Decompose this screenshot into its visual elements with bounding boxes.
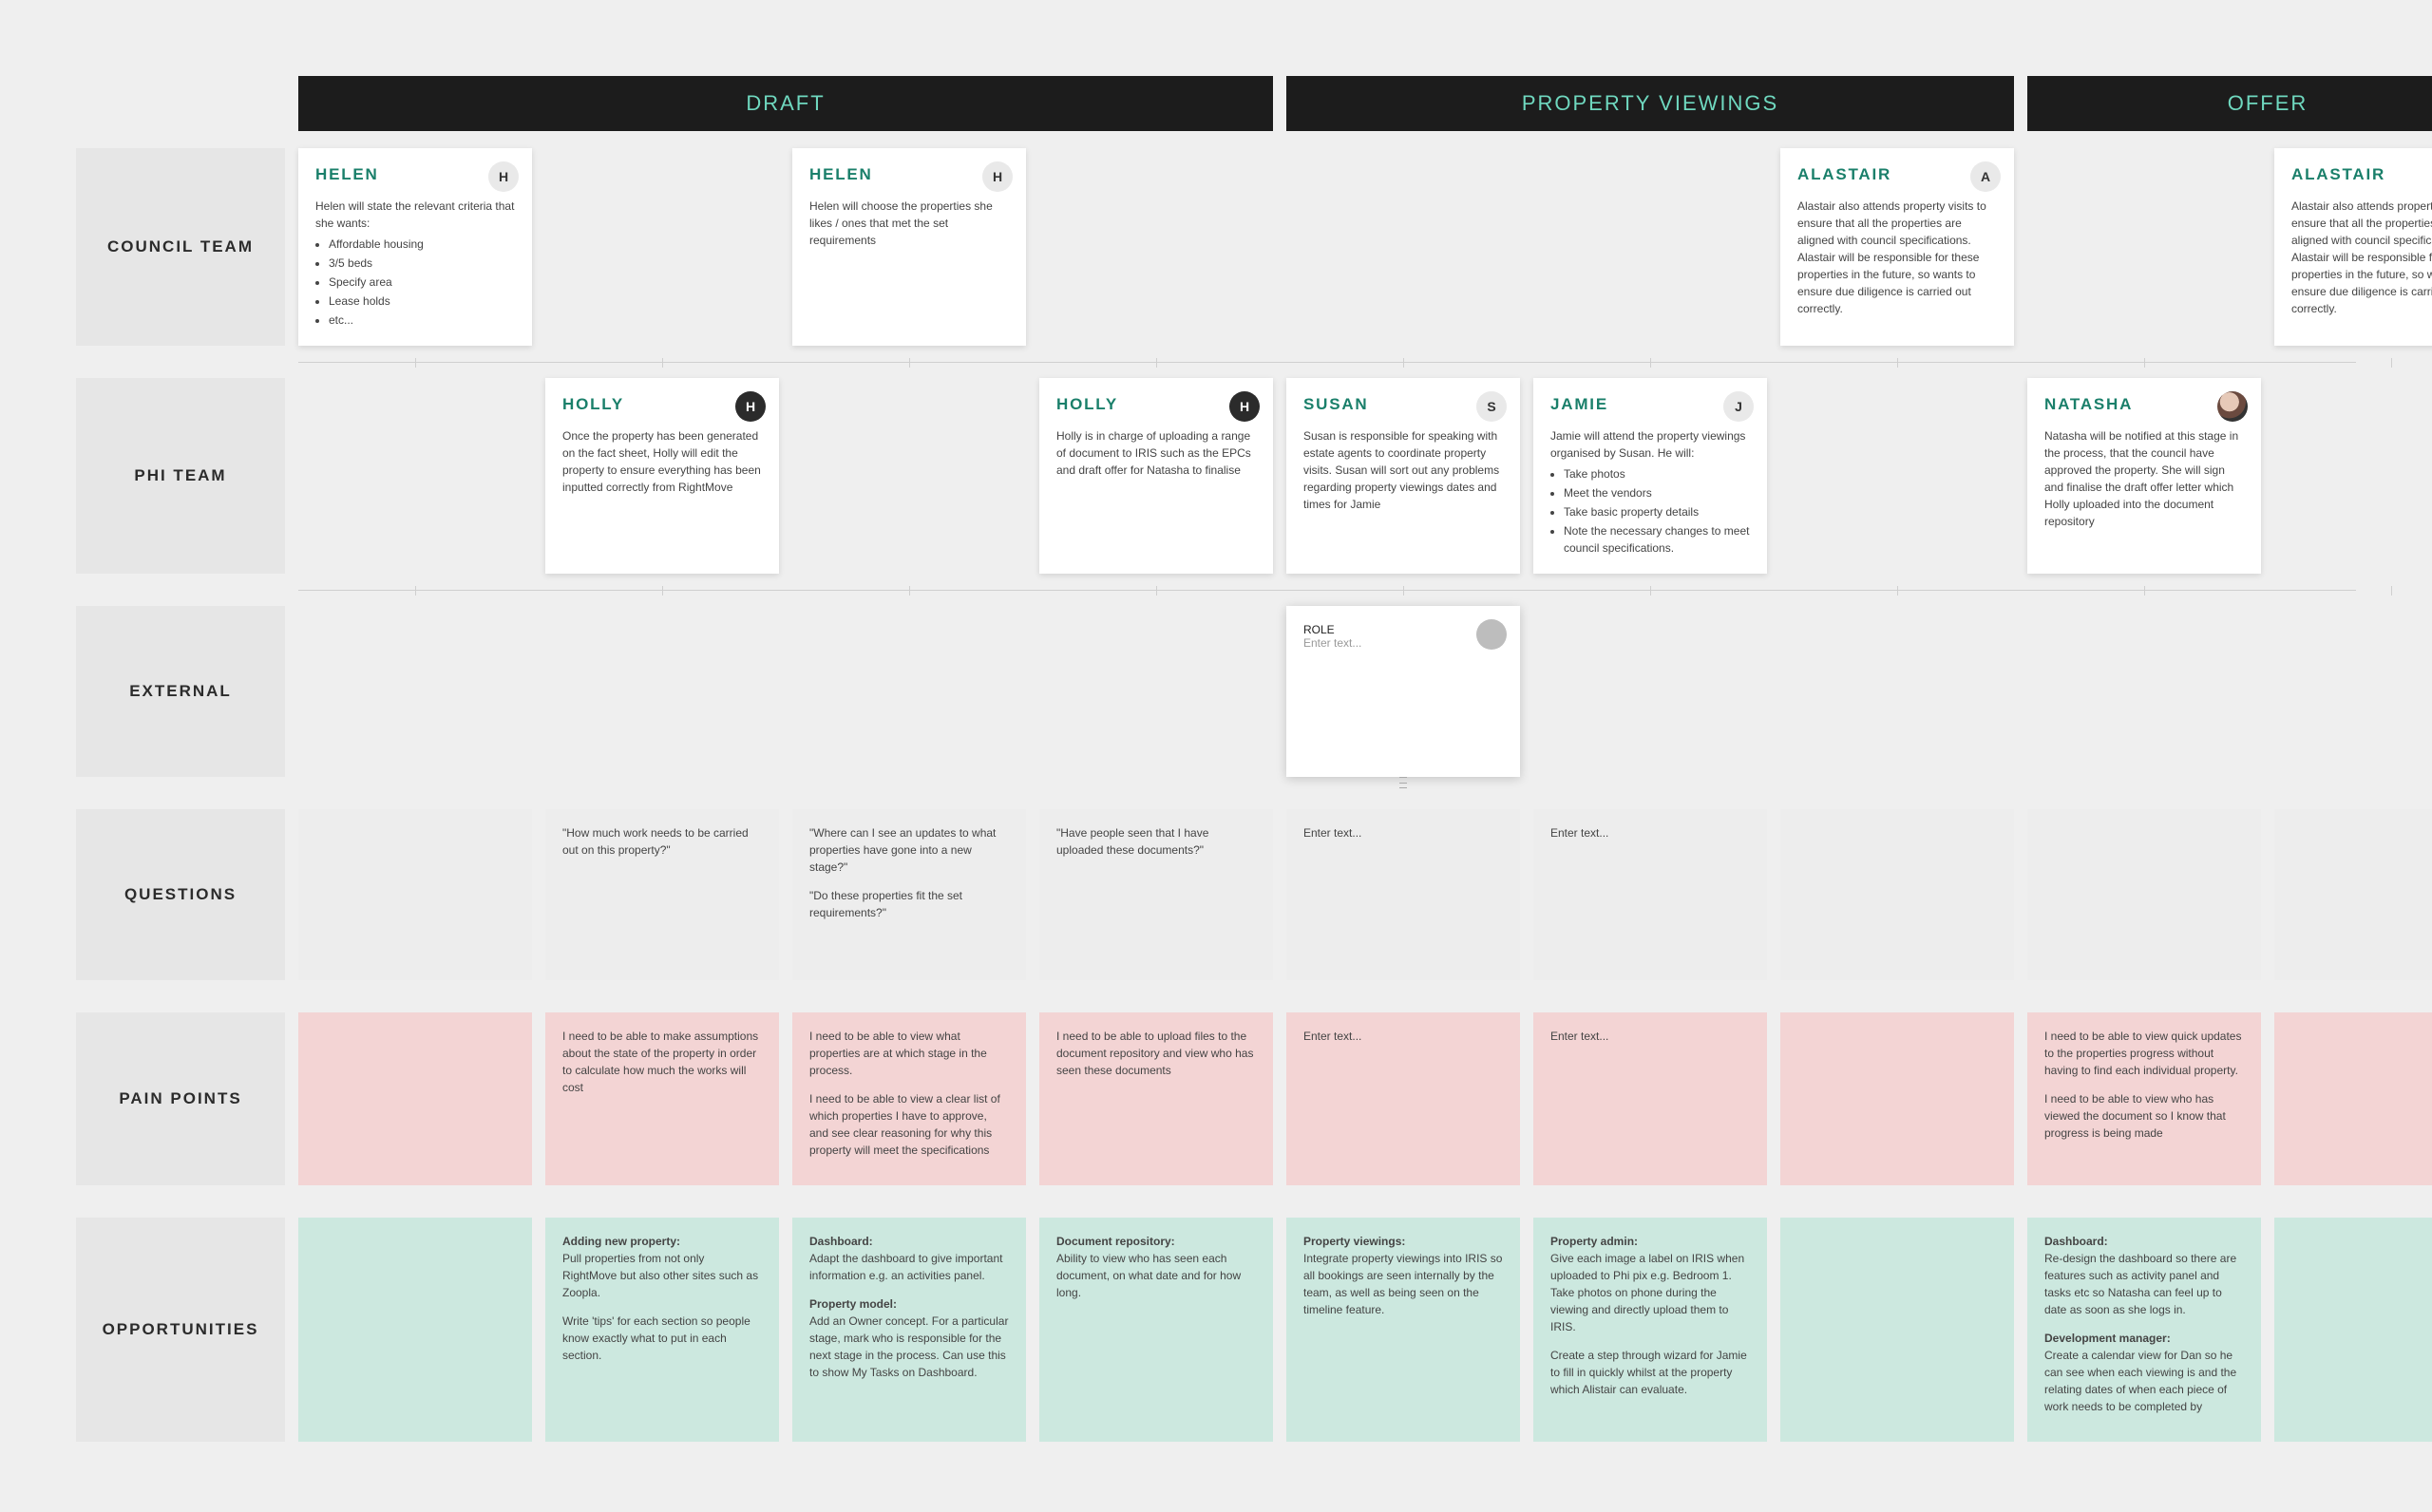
row-label-pain: PAIN POINTS [76,1012,285,1185]
journey-map-board: DRAFT PROPERTY VIEWINGS OFFER COUNCIL TE… [0,0,2432,1512]
opp-tile[interactable]: Document repository:Ability to view who … [1039,1218,1273,1442]
avatar-susan: S [1476,391,1507,422]
pain-tile[interactable] [298,1012,532,1185]
card-placeholder-text[interactable]: Enter text... [1303,636,1503,650]
separator-line [298,362,2356,363]
phase-viewings: PROPERTY VIEWINGS [1286,76,2014,131]
card-holly-1[interactable]: H HOLLY Once the property has been gener… [545,378,779,574]
separator-line [298,590,2356,591]
card-jamie[interactable]: J JAMIE Jamie will attend the property v… [1533,378,1767,574]
opp-tile[interactable] [298,1218,532,1442]
row-label-council: COUNCIL TEAM [76,148,285,346]
role-name: SUSAN [1303,395,1503,414]
card-alastair-1[interactable]: A ALASTAIR Alastair also attends propert… [1780,148,2014,346]
question-tile[interactable]: Enter text... [1286,809,1520,980]
card-body: Jamie will attend the property viewings … [1550,427,1750,557]
card-role-new[interactable]: ROLE Enter text... [1286,606,1520,777]
question-tile[interactable] [1780,809,2014,980]
role-name-placeholder: ROLE [1303,623,1503,636]
question-tile[interactable] [298,809,532,980]
avatar-holly: H [1229,391,1260,422]
row-opportunities: OPPORTUNITIES Adding new property:Pull p… [76,1218,2356,1442]
avatar-helen: H [488,161,519,192]
avatar-alastair: A [1970,161,2001,192]
pain-tile[interactable]: Enter text... [1286,1012,1520,1185]
card-body: Susan is responsible for speaking with e… [1303,427,1503,513]
card-natasha[interactable]: NATASHA Natasha will be notified at this… [2027,378,2261,574]
role-name: HELEN [315,165,515,184]
pain-tile[interactable]: I need to be able to view quick updates … [2027,1012,2261,1185]
role-name: NATASHA [2044,395,2244,414]
pain-tile[interactable]: I need to be able to make assumptions ab… [545,1012,779,1185]
row-phi-team: PHI TEAM H HOLLY Once the property has b… [76,378,2356,574]
question-tile[interactable] [2274,809,2432,980]
row-label-questions: QUESTIONS [76,809,285,980]
opp-tile[interactable] [1780,1218,2014,1442]
role-name: HOLLY [1056,395,1256,414]
row-council-team: COUNCIL TEAM H HELEN Helen will state th… [76,148,2356,346]
card-body: Natasha will be notified at this stage i… [2044,427,2244,530]
pain-tile[interactable]: I need to be able to view what propertie… [792,1012,1026,1185]
card-body: Holly is in charge of uploading a range … [1056,427,1256,479]
avatar-helen: H [982,161,1013,192]
question-tile[interactable]: "Where can I see an updates to what prop… [792,809,1026,980]
question-tile[interactable]: Enter text... [1533,809,1767,980]
pain-tile[interactable]: Enter text... [1533,1012,1767,1185]
role-name: JAMIE [1550,395,1750,414]
role-name: ALASTAIR [1797,165,1997,184]
role-name: ALASTAIR [2291,165,2432,184]
row-external: EXTERNAL ROLE Enter text... [76,606,2356,777]
row-label-external: EXTERNAL [76,606,285,777]
card-body: Helen will state the relevant criteria t… [315,198,515,329]
row-label-opportunities: OPPORTUNITIES [76,1218,285,1442]
card-helen-1[interactable]: H HELEN Helen will state the relevant cr… [298,148,532,346]
avatar-natasha-photo [2217,391,2248,422]
opp-tile[interactable]: Property viewings:Integrate property vie… [1286,1218,1520,1442]
card-body: Helen will choose the properties she lik… [809,198,1009,249]
opp-tile[interactable]: Dashboard:Re-design the dashboard so the… [2027,1218,2261,1442]
resize-handle-icon[interactable] [1399,777,1407,788]
row-pain-points: PAIN POINTS I need to be able to make as… [76,1012,2356,1185]
question-tile[interactable]: "Have people seen that I have uploaded t… [1039,809,1273,980]
phase-offer: OFFER [2027,76,2432,131]
card-alastair-2[interactable]: A ALASTAIR Alastair also attends propert… [2274,148,2432,346]
pain-tile[interactable] [1780,1012,2014,1185]
avatar-placeholder [1476,619,1507,650]
card-body: Once the property has been generated on … [562,427,762,496]
opp-tile[interactable]: Property admin:Give each image a label o… [1533,1218,1767,1442]
phase-draft: DRAFT [298,76,1273,131]
avatar-jamie: J [1723,391,1754,422]
card-body: Alastair also attends property visits to… [2291,198,2432,317]
question-tile[interactable] [2027,809,2261,980]
avatar-holly: H [735,391,766,422]
card-susan[interactable]: S SUSAN Susan is responsible for speakin… [1286,378,1520,574]
opp-tile[interactable] [2274,1218,2432,1442]
card-holly-2[interactable]: H HOLLY Holly is in charge of uploading … [1039,378,1273,574]
pain-tile[interactable] [2274,1012,2432,1185]
card-helen-2[interactable]: H HELEN Helen will choose the properties… [792,148,1026,346]
question-tile[interactable]: "How much work needs to be carried out o… [545,809,779,980]
card-body: Alastair also attends property visits to… [1797,198,1997,317]
role-name: HOLLY [562,395,762,414]
role-name: HELEN [809,165,1009,184]
row-questions: QUESTIONS "How much work needs to be car… [76,809,2356,980]
pain-tile[interactable]: I need to be able to upload files to the… [1039,1012,1273,1185]
opp-tile[interactable]: Adding new property:Pull properties from… [545,1218,779,1442]
phase-header-row: DRAFT PROPERTY VIEWINGS OFFER [76,76,2356,131]
row-label-phi: PHI TEAM [76,378,285,574]
opp-tile[interactable]: Dashboard:Adapt the dashboard to give im… [792,1218,1026,1442]
